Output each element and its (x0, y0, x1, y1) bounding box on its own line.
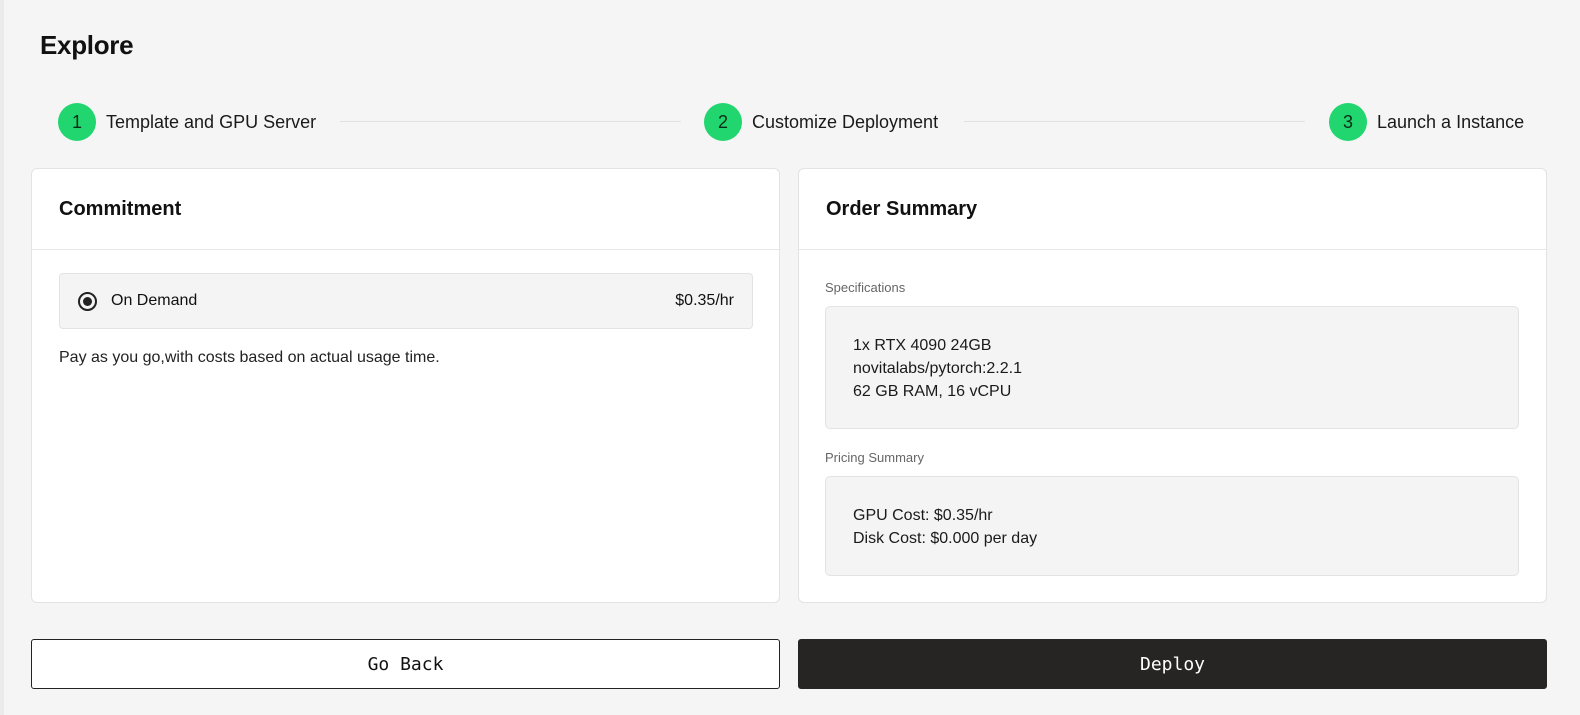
step-customize-deployment: 2 Customize Deployment (704, 103, 938, 141)
option-description: Pay as you go,with costs based on actual… (59, 349, 440, 366)
pricing-summary-label: Pricing Summary (825, 450, 924, 465)
step-number: 2 (704, 103, 742, 141)
on-demand-radio[interactable] (78, 291, 97, 311)
step-connector (340, 121, 681, 122)
step-label: Launch a Instance (1377, 111, 1525, 132)
commitment-panel: Commitment On Demand $0.35/hr Pay as you… (31, 168, 780, 603)
on-demand-option[interactable]: On Demand $0.35/hr (59, 273, 753, 329)
option-price: $0.35/hr (675, 292, 734, 309)
specifications-label: Specifications (825, 280, 906, 295)
page: Explore 1 Template and GPU Server 2 Cust… (0, 0, 1580, 715)
disk-cost: Disk Cost: $0.000 per day (853, 530, 1038, 547)
deploy-button[interactable]: Deploy (798, 639, 1547, 689)
step-label: Template and GPU Server (106, 111, 317, 132)
radio-selected-dot (83, 296, 92, 306)
step-number: 3 (1329, 103, 1367, 141)
step-launch-instance: 3 Launch a Instance (1329, 103, 1524, 141)
specifications-box: 1x RTX 4090 24GB novitalabs/pytorch:2.2.… (825, 306, 1519, 429)
go-back-button[interactable]: Go Back (31, 639, 780, 689)
order-summary-title: Order Summary (826, 197, 978, 220)
step-template-gpu: 1 Template and GPU Server (58, 103, 316, 141)
commitment-header: Commitment (32, 169, 779, 250)
step-label: Customize Deployment (752, 111, 939, 132)
step-number: 1 (58, 103, 96, 141)
order-summary-header: Order Summary (799, 169, 1546, 250)
spec-image: novitalabs/pytorch:2.2.1 (853, 360, 1022, 377)
spec-resources: 62 GB RAM, 16 vCPU (853, 383, 1012, 400)
spec-gpu: 1x RTX 4090 24GB (853, 337, 992, 354)
pricing-summary-box: GPU Cost: $0.35/hr Disk Cost: $0.000 per… (825, 476, 1519, 576)
order-summary-panel: Order Summary Specifications 1x RTX 4090… (798, 168, 1547, 603)
page-title: Explore (40, 30, 134, 60)
commitment-title: Commitment (59, 197, 182, 220)
step-connector (964, 121, 1305, 122)
gpu-cost: GPU Cost: $0.35/hr (853, 507, 993, 524)
option-label: On Demand (111, 292, 198, 309)
